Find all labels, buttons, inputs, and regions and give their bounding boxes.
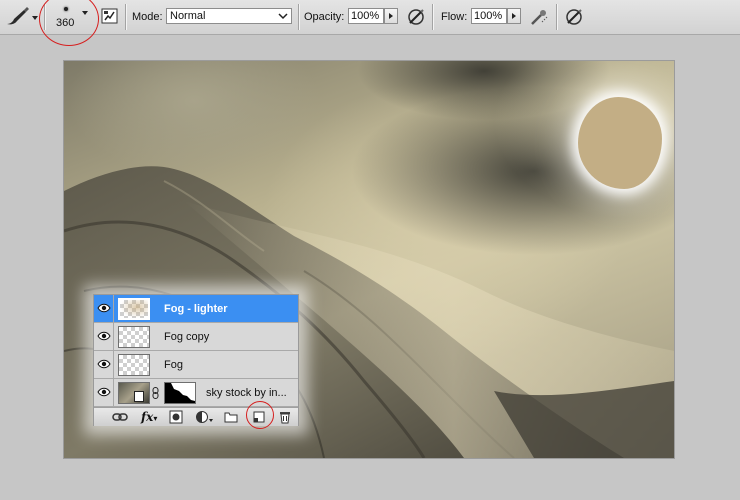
sun-shape [578,97,662,189]
separator [432,4,433,30]
chain-link-icon[interactable] [152,387,160,399]
brush-preset-picker[interactable]: 360 [50,3,94,31]
fx-icon: fx [141,410,154,424]
eye-icon [97,387,111,397]
layers-panel: Fog - lighter Fog copy Fog sky stock by … [94,295,298,426]
eye-icon [97,331,111,341]
layer-row[interactable]: Fog - lighter [94,295,298,323]
layers-panel-footer: fx▾ [94,407,298,426]
layer-visibility-toggle[interactable] [94,295,114,322]
new-layer-button[interactable] [251,410,267,424]
add-mask-button[interactable] [168,410,184,424]
separator [125,4,126,30]
toggle-brush-panel-button[interactable] [101,7,119,25]
chevron-down-icon [82,11,88,15]
tablet-pressure-icon [566,9,582,25]
layer-thumbnail [118,298,150,320]
eye-icon [97,359,111,369]
brush-icon [7,7,38,25]
trash-icon [280,412,290,424]
new-group-icon [224,412,238,423]
opacity-label: Opacity: [304,11,345,23]
separator [44,4,45,30]
layer-visibility-toggle[interactable] [94,379,114,406]
add-mask-icon [169,410,183,424]
delete-layer-button[interactable] [277,410,293,424]
blend-mode-value: Normal [170,10,206,22]
brush-panel-toggle-icon [101,8,118,24]
opacity-input[interactable]: 100% [348,8,384,24]
layer-name: Fog - lighter [164,303,228,315]
chevron-down-icon [278,13,288,20]
mask-shape [165,383,195,401]
flow-slider-button[interactable] [507,8,521,24]
brush-size-value: 360 [56,17,75,29]
layer-thumbnail [118,354,150,376]
layer-mask-thumbnail[interactable] [164,382,196,404]
smart-object-icon [134,391,144,402]
tool-preset-picker[interactable] [4,6,38,28]
link-layers-button[interactable] [112,410,128,424]
opacity-slider-button[interactable] [384,8,398,24]
tool-options-bar: 360 Mode: Normal Opacity: 100% Flow: 100… [0,0,740,46]
brush-tip-preview [64,7,68,11]
layer-visibility-toggle[interactable] [94,351,114,378]
layer-row[interactable]: sky stock by in... [94,379,298,407]
size-pressure-button[interactable] [564,7,584,27]
new-group-button[interactable] [223,410,239,424]
tablet-pressure-icon [408,9,424,25]
layer-thumbnail [118,326,150,348]
airbrush-icon [531,10,548,25]
link-layers-icon [112,413,128,421]
separator [556,4,557,30]
layer-style-button[interactable]: fx▾ [141,410,161,424]
layer-name: Fog copy [164,331,210,343]
flow-label: Flow: [441,11,468,23]
layer-row[interactable]: Fog copy [94,323,298,351]
mode-label: Mode: [132,11,163,23]
opacity-pressure-button[interactable] [406,7,426,27]
adjustment-layer-icon [196,411,213,423]
adjustment-layer-button[interactable] [195,410,215,424]
eye-icon [97,303,111,313]
layer-row[interactable]: Fog [94,351,298,379]
new-layer-icon [253,411,265,423]
separator [298,4,299,30]
layer-name: Fog [164,359,183,371]
layer-name: sky stock by in... [206,387,287,399]
flow-input[interactable]: 100% [471,8,507,24]
airbrush-toggle-button[interactable] [529,7,549,27]
layer-visibility-toggle[interactable] [94,323,114,350]
blend-mode-select[interactable]: Normal [166,8,292,24]
